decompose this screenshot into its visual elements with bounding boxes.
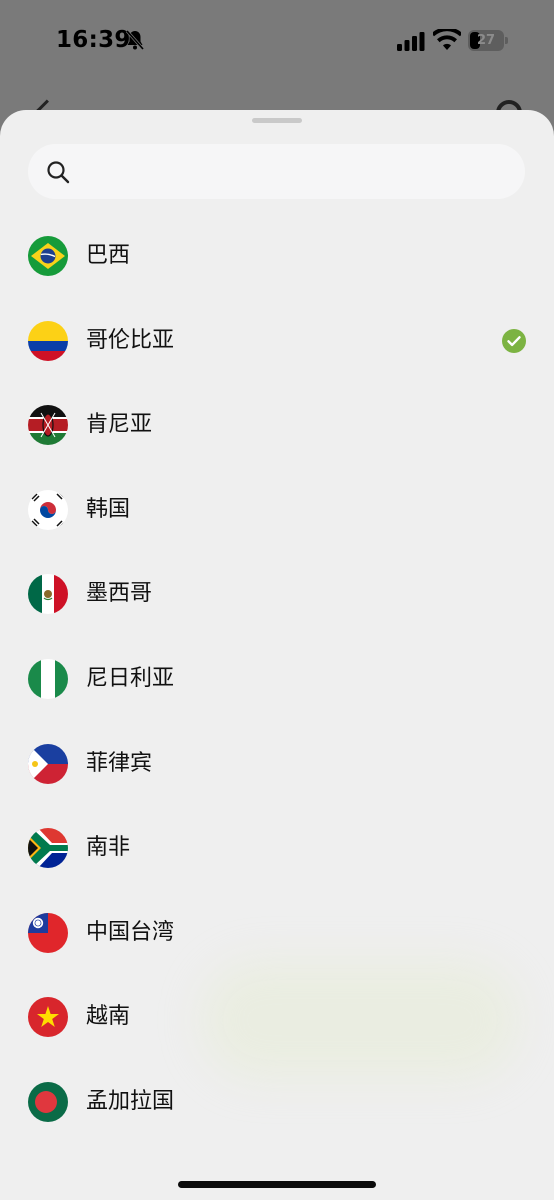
south-korea-flag-icon (28, 489, 68, 530)
country-row-vietnam[interactable]: 越南 (0, 975, 554, 1060)
status-time: 16:39 (56, 27, 131, 53)
status-bar: 16:39 27 (0, 0, 554, 84)
country-row-philippines[interactable]: 菲律宾 (0, 722, 554, 807)
sheet-grabber[interactable] (252, 118, 302, 123)
mexico-flag-icon (28, 574, 68, 615)
philippines-flag-icon (28, 743, 68, 784)
signal-icon (397, 32, 425, 51)
country-row-colombia[interactable]: 哥伦比亚 (0, 299, 554, 384)
country-name: 南非 (86, 835, 131, 861)
country-name: 韩国 (86, 496, 131, 522)
country-name: 越南 (86, 1004, 131, 1030)
country-name: 墨西哥 (86, 581, 153, 607)
home-indicator[interactable] (178, 1181, 376, 1188)
country-row-kenya[interactable]: 肯尼亚 (0, 383, 554, 468)
country-row-nigeria[interactable]: 尼日利亚 (0, 637, 554, 722)
country-row-south-africa[interactable]: 南非 (0, 806, 554, 891)
country-picker-sheet: 巴西 哥伦比亚 肯尼亚 韩国 墨西哥 尼日利亚 菲律宾 南非 中国台湾 越南 孟… (0, 110, 554, 1200)
country-name: 中国台湾 (86, 919, 175, 945)
brazil-flag-icon (28, 236, 68, 276)
country-name: 孟加拉国 (86, 1088, 175, 1114)
selected-check-icon (502, 328, 526, 353)
taiwan-flag-icon (28, 912, 68, 953)
country-row-brazil[interactable]: 巴西 (0, 214, 554, 299)
bangladesh-flag-icon (28, 1081, 68, 1122)
kenya-flag-icon (28, 405, 68, 446)
country-name: 肯尼亚 (86, 412, 153, 438)
wifi-icon (433, 29, 461, 50)
vietnam-flag-icon (28, 997, 68, 1038)
south-africa-flag-icon (28, 828, 68, 869)
country-row-bangladesh[interactable]: 孟加拉国 (0, 1060, 554, 1145)
country-row-south-korea[interactable]: 韩国 (0, 468, 554, 553)
country-name: 尼日利亚 (86, 665, 175, 691)
bell-muted-icon (125, 30, 145, 50)
battery-icon: 27 (468, 30, 508, 51)
country-row-mexico[interactable]: 墨西哥 (0, 552, 554, 637)
country-name: 哥伦比亚 (86, 327, 175, 353)
country-row-taiwan[interactable]: 中国台湾 (0, 891, 554, 976)
nigeria-flag-icon (28, 658, 68, 699)
country-name: 巴西 (86, 243, 131, 268)
colombia-flag-icon (28, 320, 68, 361)
search-icon (47, 161, 70, 184)
country-list: 巴西 哥伦比亚 肯尼亚 韩国 墨西哥 尼日利亚 菲律宾 南非 中国台湾 越南 孟… (0, 214, 554, 1145)
search-bar[interactable] (28, 144, 525, 199)
battery-level: 27 (476, 33, 496, 48)
country-name: 菲律宾 (86, 750, 153, 776)
search-input[interactable] (84, 144, 504, 199)
